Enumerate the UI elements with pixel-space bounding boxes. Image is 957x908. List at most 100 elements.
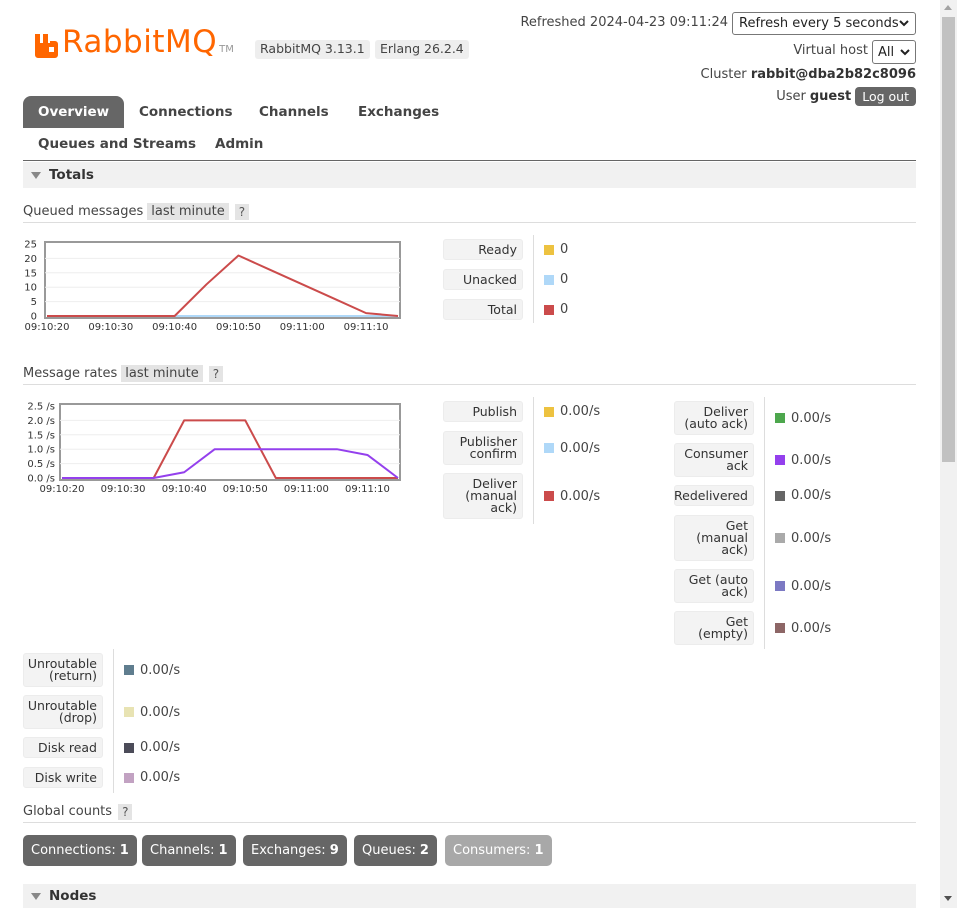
erlang-version-badge: Erlang 26.2.4 xyxy=(375,40,469,59)
vertical-scrollbar[interactable] xyxy=(940,0,957,908)
global-counts-header: Global counts ? xyxy=(23,801,916,823)
stat-value-text: 0 xyxy=(560,242,569,257)
chart-frame xyxy=(44,241,401,319)
totals-section-header[interactable]: Totals xyxy=(23,162,916,188)
chevron-down-icon xyxy=(899,20,909,27)
stat-unacked-value: 0 xyxy=(544,271,568,289)
stat-disk-read-value: 0.00/s xyxy=(124,739,180,757)
collapse-triangle-icon xyxy=(31,171,41,179)
stat-value-text: 0.00/s xyxy=(140,740,181,755)
help-button[interactable]: ? xyxy=(118,803,133,820)
rabbitmq-logo[interactable]: RabbitMQ TM xyxy=(34,24,234,58)
tab-exchanges[interactable]: Exchanges xyxy=(343,96,454,128)
stats-separator xyxy=(113,649,114,793)
legend-swatch[interactable] xyxy=(544,244,554,255)
x-tick-label: 09:10:20 xyxy=(25,322,70,333)
stat-get-empty-label: Get (empty) xyxy=(674,611,754,645)
refresh-interval-select[interactable]: Refresh every 5 seconds xyxy=(732,12,916,35)
stat-value-text: 0.00/s xyxy=(791,620,832,636)
stat-disk-read-label: Disk read xyxy=(23,737,103,758)
tab-overview[interactable]: Overview xyxy=(23,96,125,128)
logout-button[interactable]: Log out xyxy=(855,87,916,106)
consumers-count-button[interactable]: Consumers: 1 xyxy=(445,835,552,866)
legend-swatch[interactable] xyxy=(124,772,134,783)
x-tick-label: 09:10:40 xyxy=(152,322,197,333)
stat-get-auto-ack-value: 0.00/s xyxy=(775,577,831,595)
y-tick-label: 25 xyxy=(24,240,37,251)
range-selector[interactable]: last minute xyxy=(147,203,229,220)
rabbit-logo-icon xyxy=(35,34,58,58)
count-value: 9 xyxy=(329,843,339,858)
stat-ready-label: Ready xyxy=(443,239,523,260)
legend-swatch[interactable] xyxy=(544,491,554,501)
legend-swatch[interactable] xyxy=(124,707,134,717)
scrollbar-thumb[interactable] xyxy=(942,17,955,462)
legend-swatch[interactable] xyxy=(544,443,554,453)
legend-swatch[interactable] xyxy=(124,665,134,675)
rabbitmq-version-badge: RabbitMQ 3.13.1 xyxy=(255,40,370,59)
legend-swatch[interactable] xyxy=(775,623,785,633)
tab-channels[interactable]: Channels xyxy=(244,96,344,128)
tab-admin[interactable]: Admin xyxy=(200,128,278,160)
legend-swatch[interactable] xyxy=(544,406,554,417)
stat-value-text: 0.00/s xyxy=(140,704,181,720)
nodes-title: Nodes xyxy=(49,888,97,904)
stat-value-text: 0.00/s xyxy=(140,770,181,785)
y-tick-label: 10 xyxy=(24,283,37,294)
virtual-host-select[interactable]: All xyxy=(872,40,916,64)
scroll-up-arrow-icon[interactable] xyxy=(944,5,952,10)
tab-queues-and-streams[interactable]: Queues and Streams xyxy=(23,128,211,160)
user-label: User xyxy=(776,89,806,104)
scroll-down-arrow-icon[interactable] xyxy=(944,896,952,901)
tab-connections[interactable]: Connections xyxy=(124,96,248,128)
count-label: Exchanges: xyxy=(251,843,326,858)
nodes-section-header[interactable]: Nodes xyxy=(23,884,916,908)
virtual-host-label: Virtual host xyxy=(793,43,868,58)
queued-messages-chart: 25 20 15 10 5 009:10:20 09:10:30 09:10:40 09:10:… xyxy=(24,240,401,333)
stat-redelivered-label: Redelivered xyxy=(674,485,754,506)
chart-frame xyxy=(59,403,401,481)
legend-swatch[interactable] xyxy=(544,274,554,285)
collapse-triangle-icon xyxy=(31,892,41,900)
stat-publisher-confirm-value: 0.00/s xyxy=(544,439,600,457)
message-rates-header: Message rates last minute ? xyxy=(23,363,916,385)
stat-unroutable-drop-value: 0.00/s xyxy=(124,703,180,721)
totals-title: Totals xyxy=(49,167,94,183)
stat-get-empty-value: 0.00/s xyxy=(775,619,831,637)
x-tick-label: 09:10:40 xyxy=(162,484,207,495)
stat-consumer-ack-value: 0.00/s xyxy=(775,451,831,469)
y-tick-label: 0 xyxy=(31,312,37,323)
stat-value-text: 0.00/s xyxy=(791,488,832,503)
stat-publisher-confirm-label: Publisher confirm xyxy=(443,431,523,465)
stat-value-text: 0.00/s xyxy=(791,452,832,468)
legend-swatch[interactable] xyxy=(775,581,785,591)
channels-count-button[interactable]: Channels: 1 xyxy=(142,835,236,866)
y-tick-label: 5 xyxy=(31,297,37,308)
legend-swatch[interactable] xyxy=(544,304,554,315)
stats-separator xyxy=(764,397,765,649)
queued-messages-header: Queued messages last minute ? xyxy=(23,201,916,223)
x-tick-label: 09:11:10 xyxy=(345,484,390,495)
stat-deliver-manual-ack-value: 0.00/s xyxy=(544,487,600,505)
legend-swatch[interactable] xyxy=(124,742,134,753)
tab-divider xyxy=(23,160,916,161)
help-button[interactable]: ? xyxy=(208,365,224,382)
stat-value-text: 0.00/s xyxy=(140,662,181,678)
legend-swatch[interactable] xyxy=(775,413,785,423)
user-name: guest xyxy=(809,89,852,104)
count-label: Channels: xyxy=(150,843,215,858)
y-tick-label: 0.0 /s xyxy=(27,474,55,485)
help-button[interactable]: ? xyxy=(234,203,250,220)
exchanges-count-button[interactable]: Exchanges: 9 xyxy=(243,835,347,866)
y-tick-label: 1.0 /s xyxy=(27,445,55,456)
legend-swatch[interactable] xyxy=(775,533,785,543)
stat-publish-value: 0.00/s xyxy=(544,403,600,421)
queues-count-button[interactable]: Queues: 2 xyxy=(354,835,437,866)
x-tick-label: 09:11:00 xyxy=(280,322,325,333)
legend-swatch[interactable] xyxy=(775,490,785,501)
stat-get-manual-ack-value: 0.00/s xyxy=(775,529,831,547)
stat-get-auto-ack-label: Get (auto ack) xyxy=(674,569,754,603)
connections-count-button[interactable]: Connections: 1 xyxy=(23,835,137,866)
legend-swatch[interactable] xyxy=(775,455,785,465)
range-selector[interactable]: last minute xyxy=(121,365,203,382)
